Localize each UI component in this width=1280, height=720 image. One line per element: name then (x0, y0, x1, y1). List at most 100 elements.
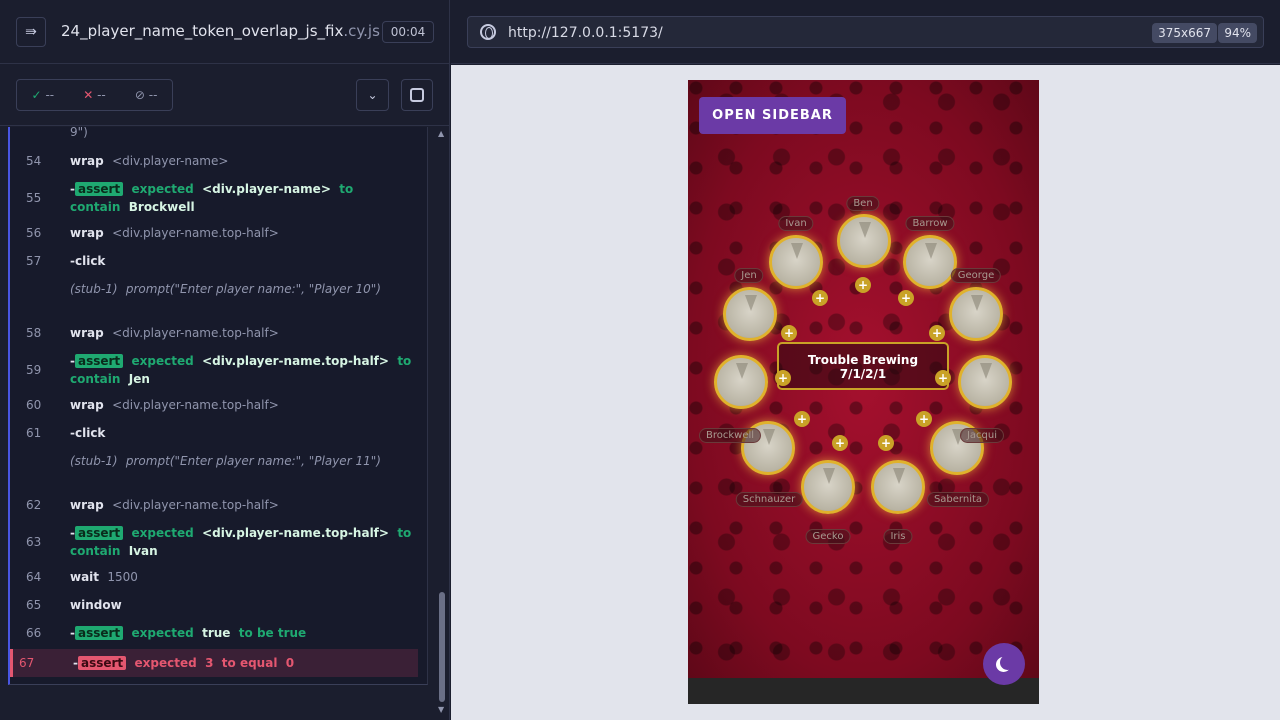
spec-name-text: 24_player_name_token_overlap_js_fix (61, 22, 344, 40)
command-row[interactable]: 67 - assert expected 3 to equal 0 (10, 649, 418, 677)
command-row[interactable]: 59 - assert expected <div.player-name.top-… (20, 352, 417, 388)
command-body: wait 1500 (70, 568, 418, 586)
add-reminder-button[interactable]: + (812, 290, 828, 306)
assert-badge: assert (74, 354, 124, 368)
command-row[interactable]: (stub-1) prompt("Enter player name:", "P… (20, 452, 417, 488)
command-body: - assert expected <div.player-name> to co… (70, 182, 354, 214)
failed-stat: ✕ -- (83, 88, 106, 102)
command-row[interactable]: 9") (20, 127, 417, 141)
player-name[interactable]: George (950, 268, 1002, 283)
stub-text: prompt("Enter player name:", "Player 10"… (125, 282, 381, 296)
player-token[interactable] (903, 235, 957, 289)
player-name[interactable]: Ben (846, 196, 880, 211)
player-name[interactable]: Gecko (805, 529, 851, 544)
add-reminder-button[interactable]: + (929, 325, 945, 341)
player-token[interactable] (769, 235, 823, 289)
command-row[interactable]: 63 - assert expected <div.player-name.top-… (20, 524, 417, 560)
command-number: 66 (26, 626, 42, 640)
add-reminder-button[interactable]: + (832, 435, 848, 451)
command-body: - assert expected true to be true (70, 624, 418, 642)
scroll-down-icon[interactable]: ▼ (438, 705, 444, 714)
player-name[interactable]: Schnauzer (735, 492, 803, 507)
command-number: 57 (26, 254, 42, 268)
command-body: -click (70, 252, 418, 270)
command-name: wait (70, 570, 100, 584)
command-row[interactable]: 55 - assert expected <div.player-name> to … (20, 180, 417, 216)
command-row[interactable]: 54 wrap <div.player-name> (20, 152, 417, 170)
command-body: -click (70, 424, 418, 442)
player-token[interactable] (723, 287, 777, 341)
scroll-up-icon[interactable]: ▲ (438, 129, 444, 138)
player-token[interactable] (801, 460, 855, 514)
url-text[interactable]: http://127.0.0.1:5173/ (508, 25, 663, 41)
check-icon: ✓ (31, 88, 42, 102)
night-mode-button[interactable] (983, 643, 1025, 685)
assert-badge: assert (74, 526, 124, 540)
command-row[interactable]: 62 wrap <div.player-name.top-half> (20, 496, 417, 514)
scrollbar[interactable]: ▲ ▼ (437, 127, 447, 717)
passed-count: -- (45, 88, 55, 102)
command-row[interactable]: 57 -click (20, 252, 417, 270)
script-name: Trouble Brewing (807, 353, 919, 367)
player-name[interactable]: Jen (734, 268, 764, 283)
player-name[interactable]: Barrow (905, 216, 955, 231)
command-number: 62 (26, 498, 42, 512)
add-reminder-button[interactable]: + (898, 290, 914, 306)
chevron-down-icon: ⌄ (367, 88, 378, 102)
command-row[interactable]: 56 wrap <div.player-name.top-half> (20, 224, 417, 242)
command-number: 65 (26, 598, 42, 612)
role-counts: 7/1/2/1 (839, 367, 887, 381)
url-bar[interactable]: http://127.0.0.1:5173/ 375x667 94% (467, 16, 1264, 48)
player-token[interactable] (949, 287, 1003, 341)
command-body: - assert expected 3 to equal 0 (73, 656, 295, 670)
command-body: wrap <div.player-name> (70, 152, 418, 170)
player-name[interactable]: Iris (883, 529, 913, 544)
command-number: 67 (19, 656, 35, 670)
toggle-specs-button[interactable]: ⇛ (16, 17, 46, 47)
add-reminder-button[interactable]: + (794, 411, 810, 427)
player-name[interactable]: Ivan (778, 216, 814, 231)
collapse-button[interactable]: ⌄ (356, 79, 389, 111)
scrollbar-thumb[interactable] (439, 592, 445, 702)
command-row[interactable]: 60 wrap <div.player-name.top-half> (20, 396, 417, 414)
command-body: (stub-1) prompt("Enter player name:", "P… (70, 280, 418, 298)
assert-message: expected 3 to equal 0 (134, 656, 295, 670)
add-reminder-button[interactable]: + (878, 435, 894, 451)
add-reminder-button[interactable]: + (916, 411, 932, 427)
viewport-size-badge: 375x667 (1152, 23, 1217, 43)
add-reminder-button[interactable]: + (775, 370, 791, 386)
player-name[interactable]: Sabernita (926, 492, 990, 507)
command-row[interactable]: 64 wait 1500 (20, 568, 417, 586)
command-body: - assert expected <div.player-name.top-ha… (70, 526, 412, 558)
spec-extension: .cy.js (343, 22, 380, 40)
pending-count: -- (148, 88, 158, 102)
command-number: 56 (26, 226, 42, 240)
x-icon: ✕ (83, 88, 94, 102)
menu-arrow-icon: ⇛ (25, 24, 37, 40)
command-row[interactable]: 66 - assert expected true to be true (20, 624, 417, 642)
add-reminder-button[interactable]: + (781, 325, 797, 341)
player-name[interactable]: Brockwell (698, 428, 762, 443)
stop-button[interactable] (401, 79, 433, 111)
open-sidebar-button[interactable]: OPEN SIDEBAR (699, 97, 846, 134)
zoom-level-badge: 94% (1218, 23, 1257, 43)
stub-label: (stub-1) (70, 282, 118, 296)
player-token[interactable] (871, 460, 925, 514)
failed-count: -- (97, 88, 106, 102)
run-duration: 00:04 (382, 21, 434, 43)
command-number: 58 (26, 326, 42, 340)
player-token[interactable] (958, 355, 1012, 409)
add-reminder-button[interactable]: + (855, 277, 871, 293)
script-info: Trouble Brewing 7/1/2/1 (777, 342, 949, 390)
player-token[interactable] (714, 355, 768, 409)
command-body: - assert expected <div.player-name.top-ha… (70, 354, 412, 386)
player-token[interactable] (837, 214, 891, 268)
moon-icon (1000, 655, 1015, 670)
pending-stat: ⊘ -- (135, 88, 158, 102)
add-reminder-button[interactable]: + (935, 370, 951, 386)
player-name[interactable]: Jacqui (959, 428, 1005, 443)
command-row[interactable]: (stub-1) prompt("Enter player name:", "P… (20, 280, 417, 316)
command-row[interactable]: 58 wrap <div.player-name.top-half> (20, 324, 417, 342)
command-row[interactable]: 61 -click (20, 424, 417, 442)
command-row[interactable]: 65 window (20, 596, 417, 614)
